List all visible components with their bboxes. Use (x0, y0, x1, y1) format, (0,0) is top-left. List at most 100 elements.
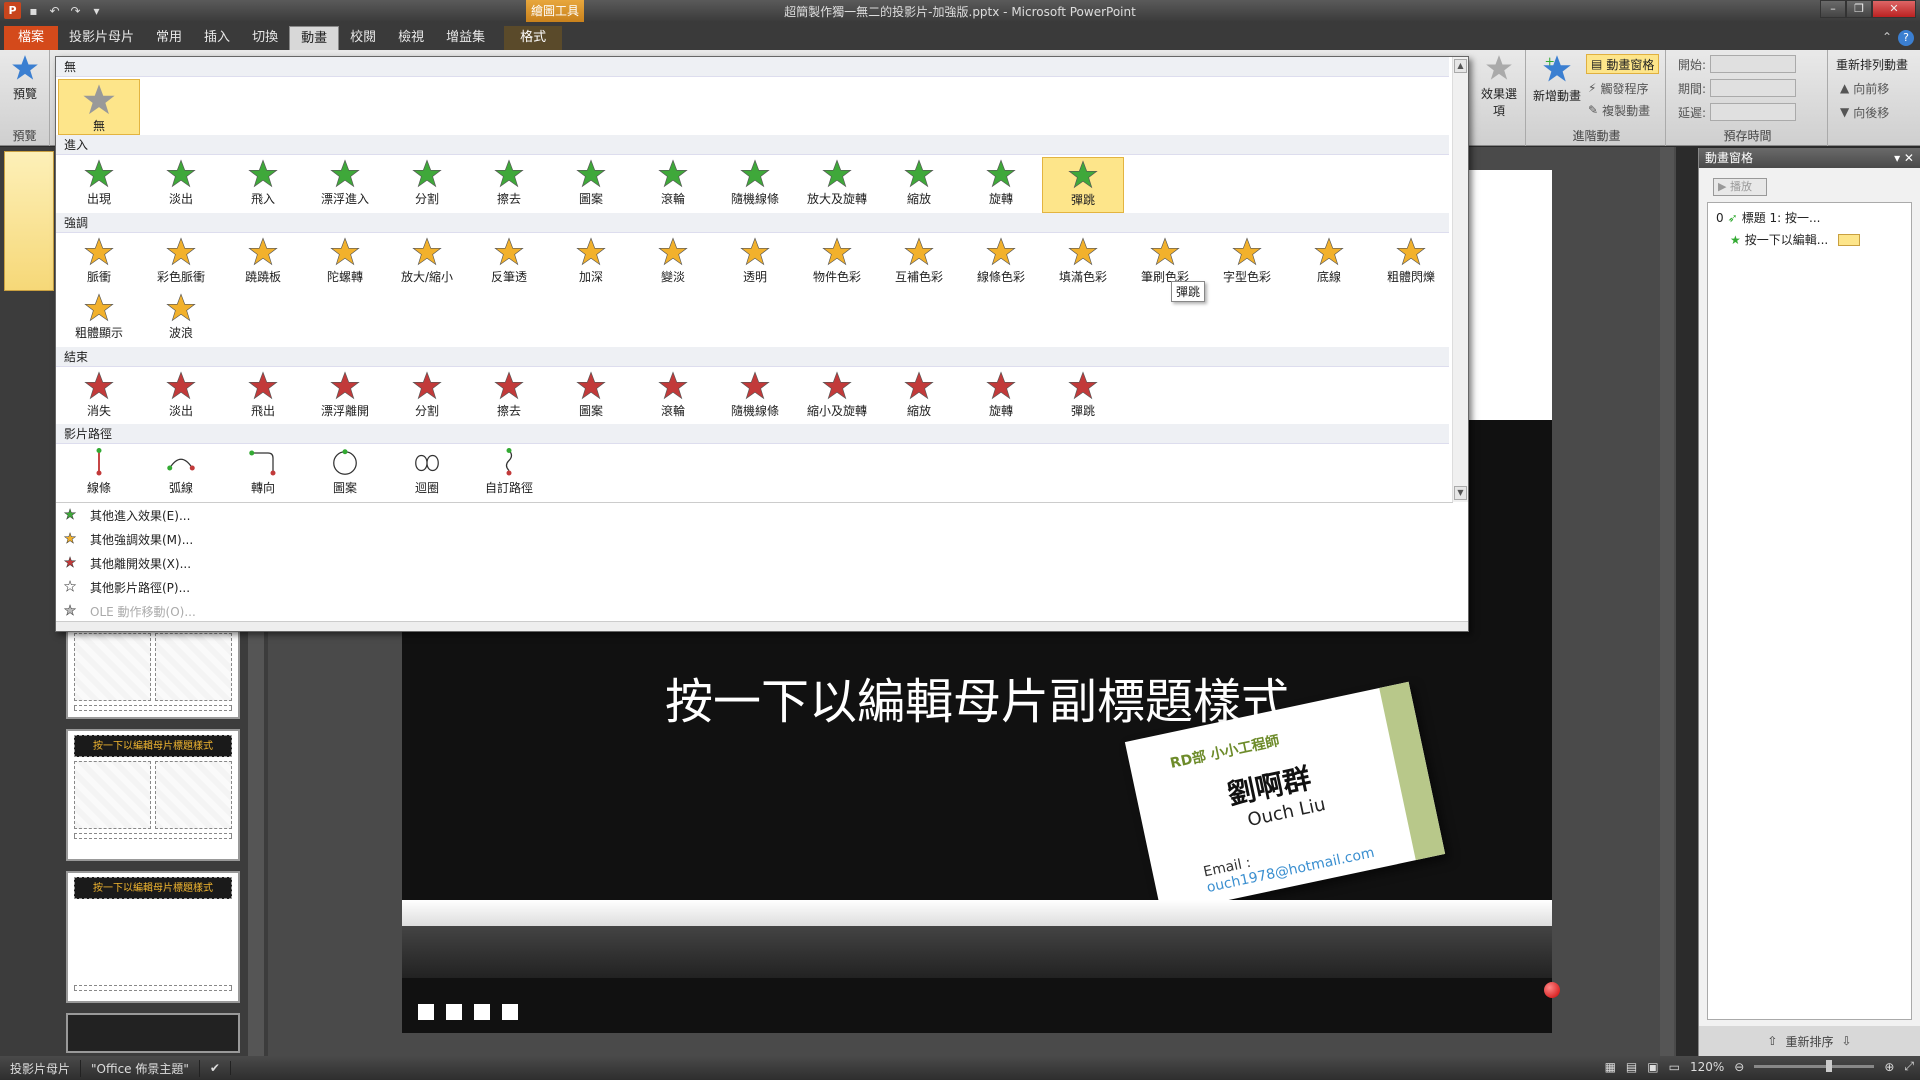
effect-emphasis-3[interactable]: 陀螺轉 (304, 235, 386, 291)
animation-painter-button[interactable]: ✎ 複製動畫 (1588, 100, 1650, 120)
effect-emphasis-5[interactable]: 反筆透 (468, 235, 550, 291)
effect-entrance-11[interactable]: 旋轉 (960, 157, 1042, 213)
tab-5[interactable]: 動畫 (289, 26, 340, 50)
sorter-view-icon[interactable]: ▤ (1626, 1060, 1637, 1074)
effect-entrance-6[interactable]: 圖案 (550, 157, 632, 213)
zoom-in-icon[interactable]: ⊕ (1884, 1060, 1894, 1074)
tab-4[interactable]: 切換 (241, 26, 289, 50)
effect-emphasis-11[interactable]: 線條色彩 (960, 235, 1042, 291)
animation-list-item[interactable]: 0 ➶ 標題 1: 按一... (1716, 209, 1820, 226)
add-animation-button[interactable]: + 新增動畫 (1532, 53, 1582, 104)
effect-motion-1[interactable]: 弧線 (140, 446, 222, 502)
effect-entrance-12[interactable]: 彈跳 (1042, 157, 1124, 213)
effect-emphasis-14[interactable]: 字型色彩 (1206, 235, 1288, 291)
save-icon[interactable]: ▪ (25, 2, 42, 19)
effect-emphasis-12[interactable]: 填滿色彩 (1042, 235, 1124, 291)
effect-entrance-8[interactable]: 隨機線條 (714, 157, 796, 213)
footer-placeholder[interactable] (418, 1004, 434, 1020)
tab-8[interactable]: 增益集 (435, 26, 496, 50)
reading-view-icon[interactable]: ▣ (1647, 1060, 1658, 1074)
more-effects-item-3[interactable]: ★ 其他影片路徑(P)... (56, 575, 1453, 599)
zoom-thumb[interactable] (1826, 1060, 1833, 1072)
move-up-icon[interactable]: ⇧ (1767, 1034, 1777, 1048)
tab-0[interactable]: 檔案 (4, 26, 59, 50)
more-effects-item-1[interactable]: ★ 其他強調效果(M)... (56, 527, 1453, 551)
editor-vertical-scrollbar[interactable] (1660, 147, 1674, 1056)
effect-exit-6[interactable]: 圖案 (550, 369, 632, 425)
effect-options-button[interactable]: 效果選項 (1476, 54, 1522, 119)
help-icon[interactable]: ? (1898, 30, 1914, 46)
layout-thumbnail-1[interactable] (66, 627, 240, 719)
effect-exit-10[interactable]: 縮放 (878, 369, 960, 425)
gallery-scrollbar[interactable]: ▲ ▼ (1452, 57, 1468, 502)
effect-emphasis-16[interactable]: 粗體閃爍 (1370, 235, 1452, 291)
footer-placeholder[interactable] (474, 1004, 490, 1020)
move-later-button[interactable]: ▼ 向後移 (1840, 102, 1889, 122)
tab-2[interactable]: 常用 (145, 26, 193, 50)
effect-exit-8[interactable]: 隨機線條 (714, 369, 796, 425)
zoom-out-icon[interactable]: ⊖ (1734, 1060, 1744, 1074)
effect-motion-3[interactable]: 圖案 (304, 446, 386, 502)
scroll-down-icon[interactable]: ▼ (1454, 486, 1467, 500)
effect-emphasis-0[interactable]: 脈衝 (58, 235, 140, 291)
effect-motion-2[interactable]: 轉向 (222, 446, 304, 502)
effect-exit-12[interactable]: 彈跳 (1042, 369, 1124, 425)
effect-none[interactable]: 無 (58, 79, 140, 135)
move-down-icon[interactable]: ⇩ (1842, 1034, 1852, 1048)
minimize-button[interactable]: – (1820, 0, 1846, 18)
redo-icon[interactable]: ↷ (67, 2, 84, 19)
scroll-up-icon[interactable]: ▲ (1454, 59, 1467, 73)
effect-entrance-7[interactable]: 滾輪 (632, 157, 714, 213)
effect-exit-5[interactable]: 擦去 (468, 369, 550, 425)
effect-emphasis-9[interactable]: 物件色彩 (796, 235, 878, 291)
more-effects-item-2[interactable]: ★ 其他離開效果(X)... (56, 551, 1453, 575)
play-button[interactable]: ▶ 播放 (1713, 178, 1767, 196)
effect-motion-0[interactable]: 線條 (58, 446, 140, 502)
effect-entrance-9[interactable]: 放大及旋轉 (796, 157, 878, 213)
tab-3[interactable]: 插入 (193, 26, 241, 50)
effect-exit-7[interactable]: 滾輪 (632, 369, 714, 425)
footer-placeholder[interactable] (446, 1004, 462, 1020)
effect-entrance-4[interactable]: 分割 (386, 157, 468, 213)
start-dropdown[interactable] (1710, 55, 1797, 73)
effect-exit-9[interactable]: 縮小及旋轉 (796, 369, 878, 425)
normal-view-icon[interactable]: ▦ (1605, 1060, 1616, 1074)
effect-emphasis-18[interactable]: 波浪 (140, 291, 222, 347)
more-effects-item-0[interactable]: ★ 其他進入效果(E)... (56, 503, 1453, 527)
effect-emphasis-1[interactable]: 彩色脈衝 (140, 235, 222, 291)
effect-exit-2[interactable]: 飛出 (222, 369, 304, 425)
effect-exit-4[interactable]: 分割 (386, 369, 468, 425)
effect-emphasis-8[interactable]: 透明 (714, 235, 796, 291)
close-button[interactable]: ✕ (1872, 0, 1916, 18)
effect-entrance-0[interactable]: 出現 (58, 157, 140, 213)
effect-entrance-10[interactable]: 縮放 (878, 157, 960, 213)
animation-pane-button[interactable]: ▤ 動畫窗格 (1586, 54, 1660, 74)
language-icon[interactable]: ✔ (200, 1061, 231, 1075)
effect-emphasis-4[interactable]: 放大/縮小 (386, 235, 468, 291)
selected-master-thumb[interactable] (4, 151, 54, 291)
close-pane-icon[interactable]: ▾ ✕ (1894, 148, 1914, 168)
undo-icon[interactable]: ↶ (46, 2, 63, 19)
effect-emphasis-15[interactable]: 底線 (1288, 235, 1370, 291)
footer-placeholder[interactable] (502, 1004, 518, 1020)
zoom-slider[interactable] (1754, 1060, 1875, 1072)
effect-emphasis-2[interactable]: 蹺蹺板 (222, 235, 304, 291)
effect-emphasis-10[interactable]: 互補色彩 (878, 235, 960, 291)
layout-thumbnail-2[interactable]: 按一下以編輯母片標題樣式 (66, 729, 240, 861)
tab-7[interactable]: 檢視 (387, 26, 435, 50)
minimize-ribbon-icon[interactable]: ⌃ (1882, 30, 1892, 46)
customize-icon[interactable]: ▾ (88, 2, 105, 19)
restore-button[interactable]: ❐ (1846, 0, 1872, 18)
effect-exit-3[interactable]: 漂浮離開 (304, 369, 386, 425)
powerpoint-logo-icon[interactable]: P (4, 2, 21, 19)
tab-6[interactable]: 校閱 (339, 26, 387, 50)
preview-button[interactable]: 預覽 (4, 54, 46, 102)
effect-exit-1[interactable]: 淡出 (140, 369, 222, 425)
effect-motion-4[interactable]: 迴圈 (386, 446, 468, 502)
effect-motion-5[interactable]: 自訂路徑 (468, 446, 550, 502)
layout-thumbnail-4[interactable] (66, 1013, 240, 1053)
gallery-resize-grip[interactable] (56, 621, 1468, 631)
effect-entrance-1[interactable]: 淡出 (140, 157, 222, 213)
effect-emphasis-17[interactable]: 粗體顯示 (58, 291, 140, 347)
tab-9[interactable]: 格式 (504, 26, 563, 50)
